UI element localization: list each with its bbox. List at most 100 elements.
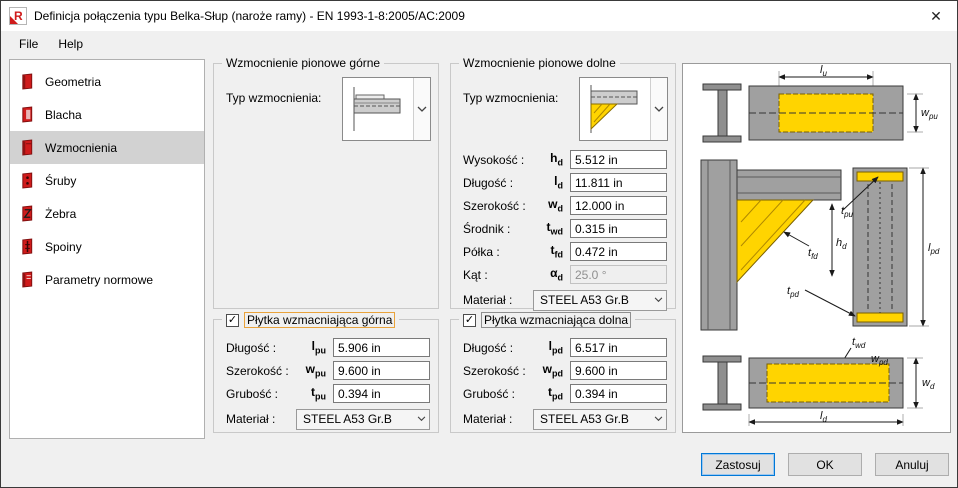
field-symbol: wd <box>548 197 563 214</box>
field-symbol: tpd <box>548 385 563 402</box>
menu-file[interactable]: File <box>9 33 48 55</box>
lower-plate-material-select[interactable]: STEEL A53 Gr.B <box>533 408 667 430</box>
field-label: Kąt : <box>463 267 488 282</box>
sidebar-item-wzmocnienia[interactable]: Wzmocnienia <box>10 131 204 164</box>
connection-definition-dialog: R Definicja połączenia typu Belka-Słup (… <box>0 0 958 488</box>
wzmocnienia-icon <box>20 139 35 156</box>
sidebar-item-blacha[interactable]: Blacha <box>10 98 204 131</box>
connection-diagram: lu wpu tpu hd tfd tpd lpd twd wpd wd ld <box>700 64 940 426</box>
chevron-down-icon <box>651 297 666 303</box>
dlugosc-lpu-input[interactable] <box>333 338 430 357</box>
upper-stiffener-group: Wzmocnienie pionowe górne Typ wzmocnieni… <box>213 56 439 309</box>
field-row-dlugosc: Długość : lpu <box>226 336 430 359</box>
svg-text:ld: ld <box>820 410 827 424</box>
svg-text:wpu: wpu <box>921 107 938 121</box>
sidebar-item-geometria[interactable]: Geometria <box>10 65 204 98</box>
lower-plate-fields: Długość : lpd Szerokość : wpd Grubość : … <box>463 336 667 431</box>
connection-diagram-panel: lu wpu tpu hd tfd tpd lpd twd wpd wd ld <box>682 63 951 433</box>
lower-plate-title-label: Płytka wzmacniająca dolna <box>481 312 632 328</box>
sidebar-item-spoiny[interactable]: Spoiny <box>10 230 204 263</box>
lower-stiffener-type-select[interactable] <box>579 77 668 141</box>
lower-stiffener-group-title: Wzmocnienie pionowe dolne <box>459 56 620 70</box>
check-icon: ✓ <box>227 313 238 326</box>
field-row-dlugosc: Długość : lpd <box>463 336 667 359</box>
cancel-button[interactable]: Anuluj <box>875 453 949 476</box>
svg-text:wpd: wpd <box>871 353 888 367</box>
dlugosc-ld-input[interactable] <box>570 173 667 192</box>
lower-stiffener-type-icon <box>580 78 650 140</box>
category-sidebar: Geometria Blacha Wzmocnienia Śruby Żebra <box>9 59 205 439</box>
szerokosc-wd-input[interactable] <box>570 196 667 215</box>
field-symbol: αd <box>550 266 563 283</box>
chevron-down-icon <box>413 78 430 140</box>
bottom-plan-view <box>702 347 923 426</box>
field-row-wysokosc: Wysokość : hd <box>463 148 667 171</box>
sidebar-item-label: Parametry normowe <box>45 272 154 287</box>
grubosc-tpd-input[interactable] <box>570 384 667 403</box>
menu-help[interactable]: Help <box>48 33 93 55</box>
upper-plate-title-label: Płytka wzmacniająca górna <box>244 312 396 328</box>
field-row-polka: Półka : tfd <box>463 240 667 263</box>
upper-plate-fields: Długość : lpu Szerokość : wpu Grubość : … <box>226 336 430 431</box>
polka-tfd-input[interactable] <box>570 242 667 261</box>
sidebar-item-sruby[interactable]: Śruby <box>10 164 204 197</box>
svg-text:wd: wd <box>922 377 935 391</box>
parametry-normowe-icon <box>20 271 35 288</box>
upper-plate-material-select[interactable]: STEEL A53 Gr.B <box>296 408 430 430</box>
field-label: Długość : <box>463 340 514 355</box>
apply-button[interactable]: Zastosuj <box>701 453 775 476</box>
material-row: Materiał : STEEL A53 Gr.B <box>463 407 667 431</box>
dlugosc-lpd-input[interactable] <box>570 338 667 357</box>
check-icon: ✓ <box>464 313 475 326</box>
sidebar-item-zebra[interactable]: Żebra <box>10 197 204 230</box>
lower-stiffener-material-select[interactable]: STEEL A53 Gr.B <box>533 289 667 311</box>
upper-plate-group-title: ✓ Płytka wzmacniająca górna <box>222 312 400 328</box>
field-symbol: hd <box>550 151 563 168</box>
top-plan-view <box>702 71 923 143</box>
lower-plate-checkbox[interactable]: ✓ <box>463 313 476 327</box>
chevron-down-icon <box>414 416 429 422</box>
szerokosc-wpd-input[interactable] <box>570 361 667 380</box>
field-label: Środnik : <box>463 221 511 236</box>
material-label: Materiał : <box>226 412 276 426</box>
field-symbol: tpu <box>311 385 326 402</box>
material-value: STEEL A53 Gr.B <box>540 412 629 426</box>
upper-plate-checkbox[interactable]: ✓ <box>226 313 239 327</box>
field-label: Długość : <box>463 175 514 190</box>
svg-text:twd: twd <box>852 336 866 350</box>
sidebar-item-label: Wzmocnienia <box>45 140 118 155</box>
grubosc-tpu-input[interactable] <box>333 384 430 403</box>
field-symbol: wpu <box>305 362 326 379</box>
svg-text:tpd: tpd <box>787 285 800 299</box>
lower-plate-group: ✓ Płytka wzmacniająca dolna Długość : lp… <box>450 312 676 433</box>
field-symbol: wpd <box>542 362 563 379</box>
field-row-grubosc: Grubość : tpu <box>226 382 430 405</box>
field-label: Grubość : <box>463 386 516 401</box>
blacha-icon <box>20 106 35 123</box>
geometria-icon <box>20 73 35 90</box>
zebra-icon <box>20 205 35 222</box>
material-label: Materiał : <box>463 293 513 307</box>
sidebar-item-label: Żebra <box>45 206 77 221</box>
svg-text:lpd: lpd <box>928 242 940 256</box>
upper-stiffener-type-select[interactable] <box>342 77 431 141</box>
field-label: Grubość : <box>226 386 279 401</box>
sidebar-item-label: Spoiny <box>45 239 82 254</box>
window-title: Definicja połączenia typu Belka-Słup (na… <box>34 9 465 23</box>
field-symbol: ld <box>554 174 563 191</box>
ok-button[interactable]: OK <box>788 453 862 476</box>
svg-text:tfd: tfd <box>808 247 818 261</box>
wysokosc-hd-input[interactable] <box>570 150 667 169</box>
upper-type-label: Typ wzmocnienia: <box>226 91 322 105</box>
svg-text:hd: hd <box>836 237 847 251</box>
field-row-srodnik: Środnik : twd <box>463 217 667 240</box>
chevron-down-icon <box>650 78 667 140</box>
chevron-down-icon <box>651 416 666 422</box>
srodnik-twd-input[interactable] <box>570 219 667 238</box>
field-symbol: lpu <box>311 339 326 356</box>
sidebar-item-parametry-normowe[interactable]: Parametry normowe <box>10 263 204 296</box>
field-label: Wysokość : <box>463 152 525 167</box>
szerokosc-wpu-input[interactable] <box>333 361 430 380</box>
field-row-szerokosc: Szerokość : wd <box>463 194 667 217</box>
close-icon[interactable]: ✕ <box>915 1 957 31</box>
